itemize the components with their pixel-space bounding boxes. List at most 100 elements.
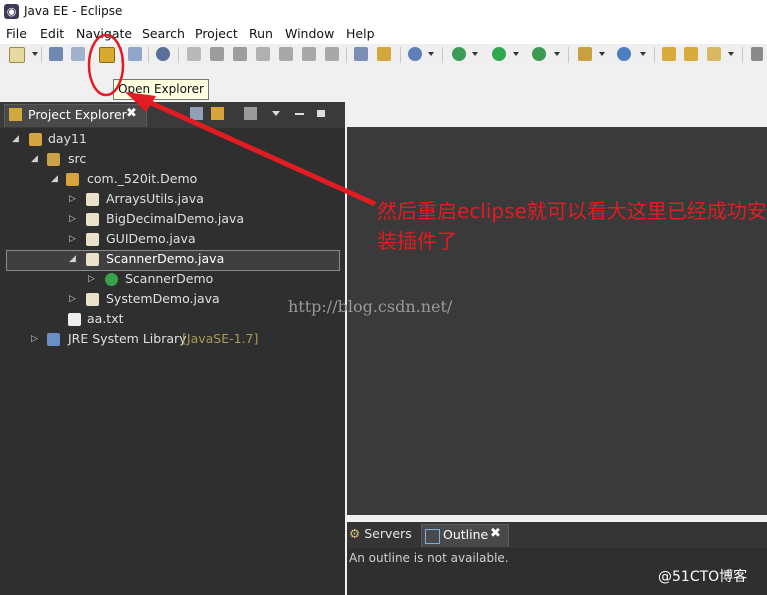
tree-item-label: ScannerDemo.java <box>106 251 225 266</box>
menu-bar: File Edit Navigate Search Project Run Wi… <box>0 24 767 44</box>
run-icon[interactable] <box>492 47 506 61</box>
debug-dropdown-arrow[interactable] <box>472 52 478 56</box>
maximize-icon[interactable] <box>317 110 325 117</box>
outline-empty-message: An outline is not available. <box>349 551 509 565</box>
run-dropdown-arrow[interactable] <box>513 52 519 56</box>
chevron-down-icon[interactable] <box>272 111 280 116</box>
disconnect-icon[interactable] <box>256 47 270 61</box>
tree-item-arraysutils[interactable]: ▷ ArraysUtils.java <box>10 189 340 209</box>
tree-item-label: GUIDemo.java <box>106 231 196 246</box>
java-file-icon <box>86 253 99 266</box>
tab-servers[interactable]: ⚙ Servers <box>349 526 412 541</box>
open-type-icon[interactable] <box>662 47 676 61</box>
menu-edit[interactable]: Edit <box>40 26 64 41</box>
collapsed-twisty[interactable]: ▷ <box>69 289 76 309</box>
expanded-twisty[interactable]: ◢ <box>31 149 38 169</box>
menu-window[interactable]: Window <box>285 26 334 41</box>
expanded-twisty[interactable]: ◢ <box>51 169 58 189</box>
menu-project[interactable]: Project <box>195 26 238 41</box>
collapsed-twisty[interactable]: ▷ <box>88 269 95 289</box>
step-over-icon[interactable] <box>302 47 316 61</box>
close-icon[interactable]: ✖ <box>490 526 501 541</box>
tree-item-src[interactable]: ◢ src <box>10 149 340 169</box>
tree-item-day11[interactable]: ◢ day11 <box>10 129 340 149</box>
collapse-all-icon[interactable] <box>190 107 203 120</box>
brand-watermark: @51CTO博客 <box>658 569 748 585</box>
annotation-navigate-icon[interactable] <box>751 47 763 61</box>
servers-icon: ⚙ <box>349 526 361 541</box>
debug-icon[interactable] <box>452 47 466 61</box>
project-explorer-icon <box>9 108 22 121</box>
new-java-project-icon[interactable] <box>578 47 592 61</box>
new-dropdown-arrow[interactable] <box>32 52 38 56</box>
new-class-icon[interactable] <box>617 47 631 61</box>
toolbar-separator <box>346 47 347 63</box>
library-icon <box>47 333 60 346</box>
tree-item-jre-library[interactable]: ▷ JRE System Library [JavaSE-1.7] <box>10 329 340 349</box>
toolbar-separator <box>442 47 443 63</box>
step-into-icon[interactable] <box>279 47 293 61</box>
view-menu-filter-icon[interactable] <box>244 107 257 120</box>
source-folder-icon <box>47 153 60 166</box>
expanded-twisty[interactable]: ◢ <box>12 129 19 149</box>
menu-file[interactable]: File <box>6 26 27 41</box>
toolbar-separator <box>178 47 179 63</box>
window-title: Java EE - Eclipse <box>24 4 123 18</box>
toolbar-separator <box>121 47 122 63</box>
new-icon[interactable] <box>9 47 25 63</box>
editor-area <box>347 127 767 515</box>
tree-item-label: JRE System Library <box>68 331 187 346</box>
eclipse-app-icon: ◉ <box>4 4 19 19</box>
link-with-editor-icon[interactable] <box>211 107 224 120</box>
search-dropdown-arrow[interactable] <box>728 52 734 56</box>
servers-tab-label: Servers <box>364 526 412 541</box>
new-java-dropdown-arrow[interactable] <box>599 52 605 56</box>
search-icon[interactable] <box>707 47 721 61</box>
new-class-dropdown-arrow[interactable] <box>640 52 646 56</box>
java-file-icon <box>86 193 99 206</box>
class-icon <box>105 273 118 286</box>
package-icon <box>66 173 79 186</box>
tree-item-label: SystemDemo.java <box>106 291 220 306</box>
server-icon[interactable] <box>408 47 422 61</box>
terminate-icon[interactable] <box>233 47 247 61</box>
open-task-icon[interactable] <box>684 47 698 61</box>
close-icon[interactable]: ✖ <box>126 106 137 121</box>
external-tool-dropdown-arrow[interactable] <box>554 52 560 56</box>
collapsed-twisty[interactable]: ▷ <box>31 329 38 349</box>
collapsed-twisty[interactable]: ▷ <box>69 189 76 209</box>
menu-search[interactable]: Search <box>142 26 185 41</box>
run-external-tool-icon[interactable] <box>532 47 546 61</box>
tree-item-guidemo[interactable]: ▷ GUIDemo.java <box>10 229 340 249</box>
collapsed-twisty[interactable]: ▷ <box>69 209 76 229</box>
resume-icon[interactable] <box>187 47 201 61</box>
menu-help[interactable]: Help <box>346 26 375 41</box>
tree-item-package[interactable]: ◢ com._520it.Demo <box>10 169 340 189</box>
tree-item-scannerdemo-java[interactable]: ◢ ScannerDemo.java <box>10 249 340 269</box>
outline-icon <box>425 529 440 544</box>
toolbar-separator <box>400 47 401 63</box>
drop-to-frame-icon[interactable] <box>377 47 391 61</box>
suspend-icon[interactable] <box>210 47 224 61</box>
java-file-icon <box>86 293 99 306</box>
save-all-icon[interactable] <box>71 47 85 61</box>
menu-run[interactable]: Run <box>249 26 273 41</box>
java-file-icon <box>86 213 99 226</box>
minimize-icon[interactable] <box>295 113 304 115</box>
java-project-icon <box>29 133 42 146</box>
skip-breakpoints-icon[interactable] <box>156 47 170 61</box>
save-icon[interactable] <box>49 47 63 61</box>
outline-tab-label: Outline <box>443 527 489 542</box>
menu-navigate[interactable]: Navigate <box>76 26 132 41</box>
use-step-filters-icon[interactable] <box>354 47 368 61</box>
open-explorer-icon[interactable] <box>99 47 115 63</box>
tree-item-bigdecimaldemo[interactable]: ▷ BigDecimalDemo.java <box>10 209 340 229</box>
collapsed-twisty[interactable]: ▷ <box>69 229 76 249</box>
main-toolbar <box>0 44 767 66</box>
toolbar-separator <box>41 47 42 63</box>
expanded-twisty[interactable]: ◢ <box>69 249 76 269</box>
server-dropdown-arrow[interactable] <box>428 52 434 56</box>
step-return-icon[interactable] <box>325 47 339 61</box>
console-icon[interactable] <box>128 47 142 61</box>
tree-item-scannerdemo-class[interactable]: ▷ ScannerDemo <box>10 269 340 289</box>
